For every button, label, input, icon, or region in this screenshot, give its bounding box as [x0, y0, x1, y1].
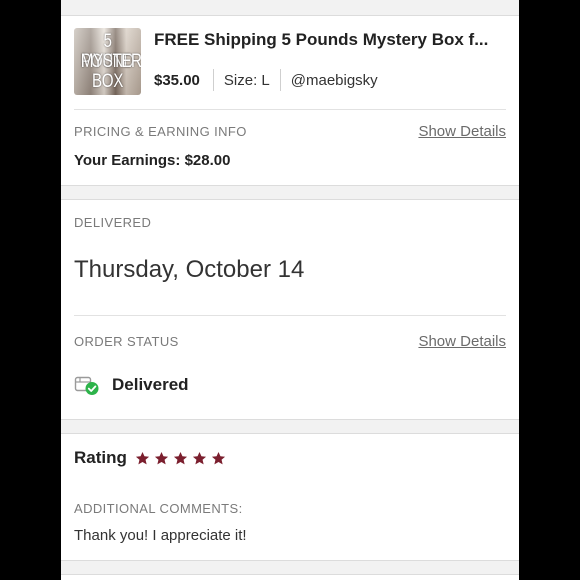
delivery-card: DELIVERED Thursday, October 14 ORDER STA…	[61, 199, 519, 420]
product-price: $35.00	[154, 71, 200, 89]
seller-username[interactable]: @maebigsky	[291, 72, 378, 89]
product-title[interactable]: FREE Shipping 5 Pounds Mystery Box f...	[154, 30, 506, 50]
rating-card: Rating ADDITIONAL COMMENTS: Thank you! I…	[61, 433, 519, 561]
pricing-show-details-link[interactable]: Show Details	[418, 123, 506, 140]
product-size: Size: L	[223, 71, 270, 89]
meta-divider	[279, 69, 281, 91]
order-status-value: Delivered	[112, 375, 189, 394]
delivery-date: Thursday, October 14	[74, 256, 305, 283]
product-card: 5 POUND MYSTERY BOX FREE Shipping 5 Poun…	[61, 15, 519, 186]
star-rating	[135, 451, 226, 466]
package-delivered-icon	[74, 374, 100, 396]
your-earnings: Your Earnings: $28.00	[74, 152, 231, 169]
star-icon	[135, 451, 149, 464]
additional-comments-label: ADDITIONAL COMMENTS:	[74, 501, 243, 516]
section-divider	[74, 315, 506, 316]
thumbnail-text-line: BOX	[92, 71, 123, 92]
product-meta: $35.00 Size: L @maebigsky	[154, 68, 378, 92]
order-status-show-details-link[interactable]: Show Details	[418, 333, 506, 350]
order-status-row: Delivered	[74, 374, 189, 396]
star-icon	[211, 451, 225, 464]
next-card-edge	[61, 574, 519, 580]
star-icon	[173, 451, 187, 464]
rating-label: Rating	[74, 448, 127, 467]
meta-divider	[212, 69, 214, 91]
pricing-section-label: PRICING & EARNING INFO	[74, 124, 247, 139]
thumbnail-text-line: MYSTERY	[80, 51, 141, 72]
rating-comment: Thank you! I appreciate it!	[74, 527, 247, 544]
star-icon	[192, 451, 206, 464]
product-thumbnail[interactable]: 5 POUND MYSTERY BOX	[74, 28, 141, 95]
order-details-screen: 5 POUND MYSTERY BOX FREE Shipping 5 Poun…	[61, 0, 519, 580]
order-status-label: ORDER STATUS	[74, 334, 179, 349]
section-divider	[74, 109, 506, 110]
rating-row: Rating	[74, 448, 226, 468]
delivered-label: DELIVERED	[74, 215, 152, 230]
star-icon	[154, 451, 168, 464]
